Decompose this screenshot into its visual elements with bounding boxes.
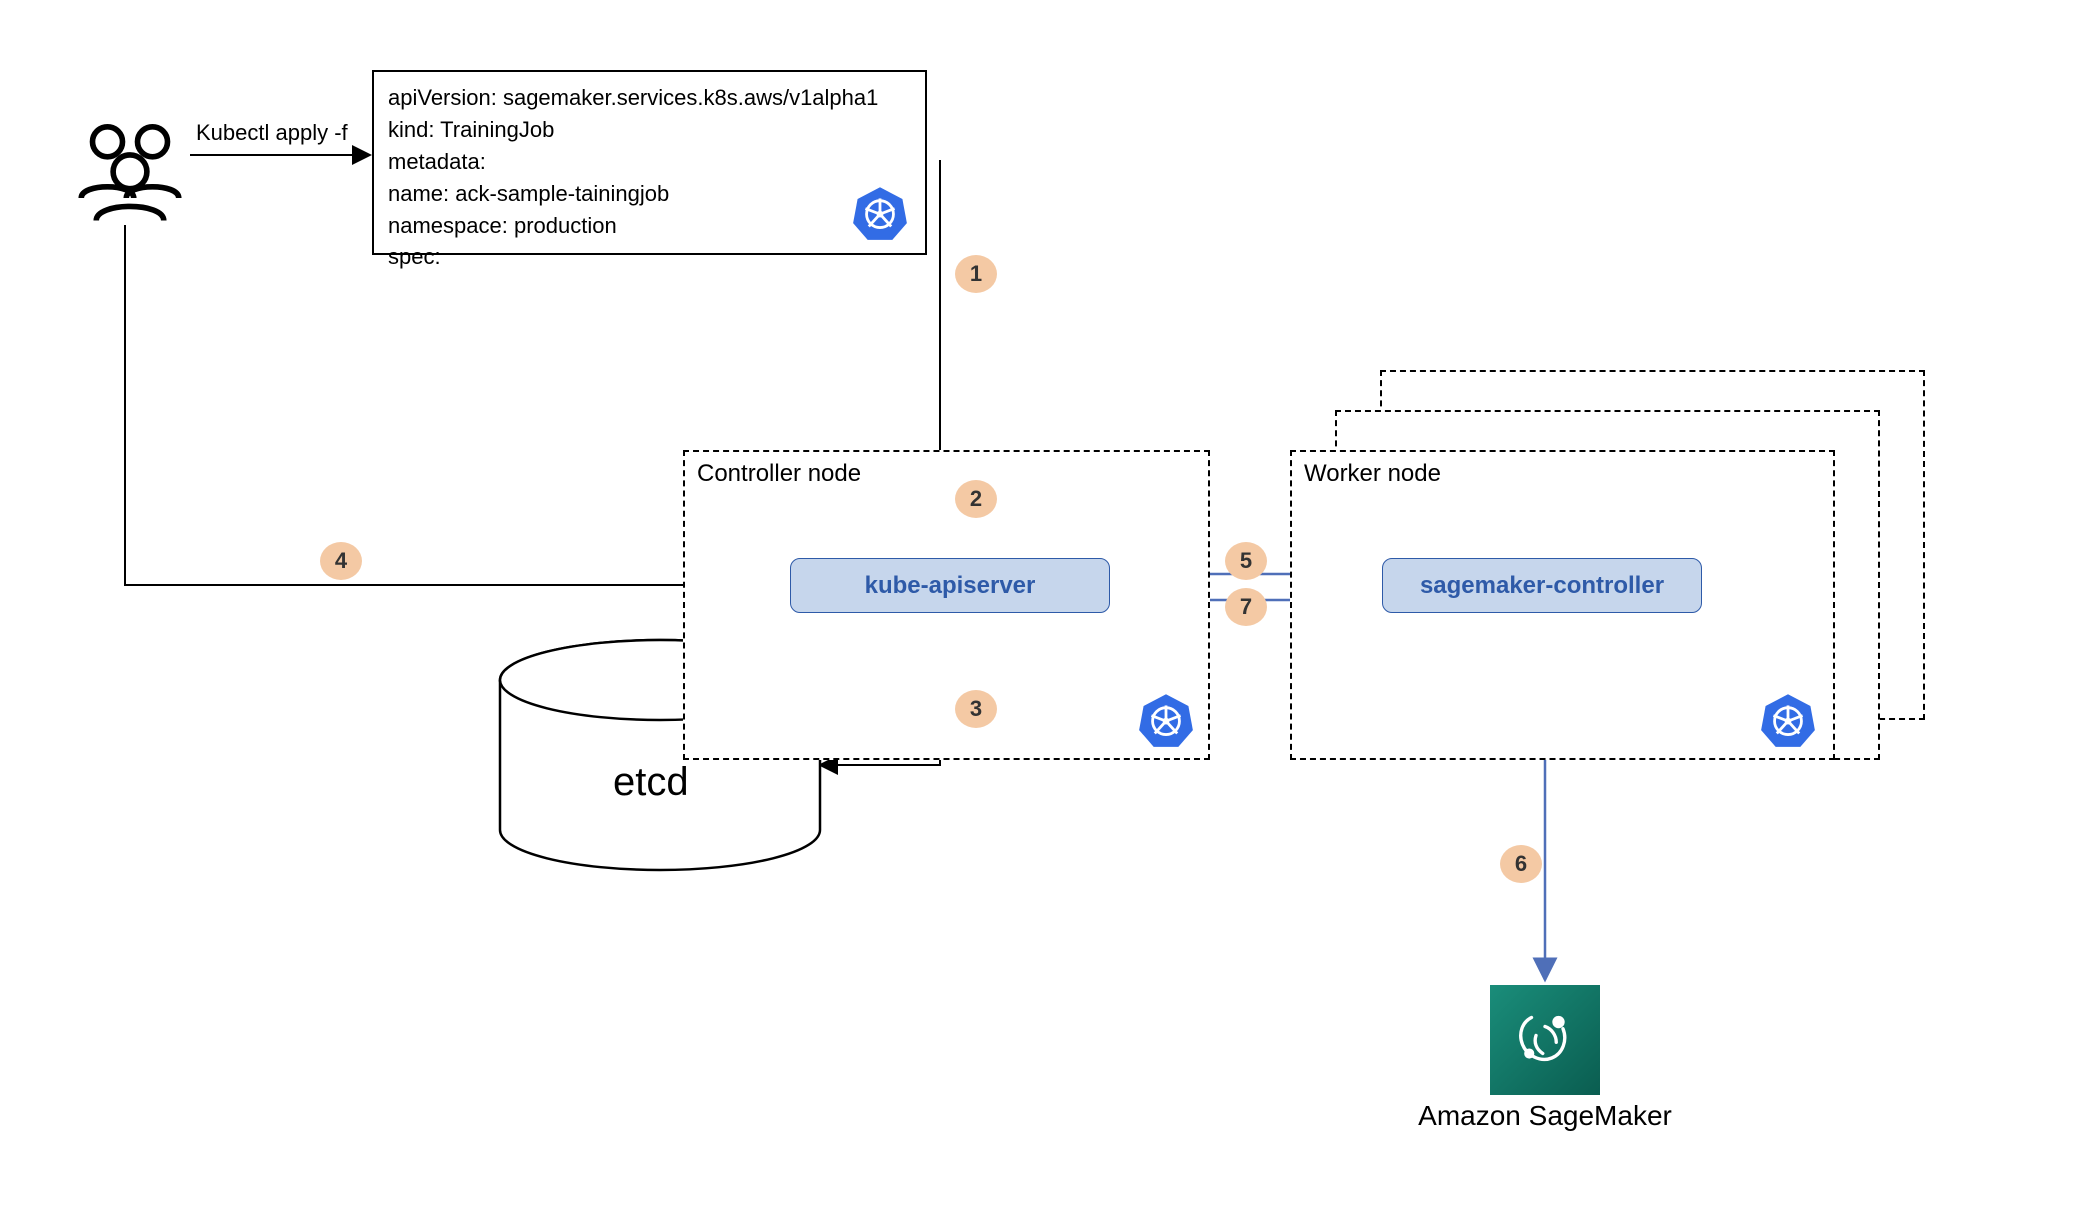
sagemaker-icon	[1490, 985, 1600, 1095]
users-icon	[70, 108, 190, 228]
yaml-line: metadata:	[388, 146, 911, 178]
step-badge-4: 4	[320, 542, 362, 580]
sagemaker-controller-label: sagemaker-controller	[1420, 572, 1664, 600]
step-badge-5: 5	[1225, 542, 1267, 580]
kubernetes-icon	[1138, 692, 1194, 748]
sagemaker-label: Amazon SageMaker	[1415, 1100, 1675, 1132]
step-badge-2: 2	[955, 480, 997, 518]
yaml-manifest-box: apiVersion: sagemaker.services.k8s.aws/v…	[372, 70, 927, 255]
yaml-line: spec:	[388, 241, 911, 273]
etcd-label: etcd	[613, 760, 689, 805]
yaml-line: apiVersion: sagemaker.services.k8s.aws/v…	[388, 82, 911, 114]
controller-node-title: Controller node	[697, 460, 861, 488]
yaml-line: name: ack-sample-tainingjob	[388, 178, 911, 210]
kube-apiserver-label: kube-apiserver	[865, 572, 1036, 600]
step-badge-6: 6	[1500, 845, 1542, 883]
step-badge-1: 1	[955, 255, 997, 293]
yaml-line: namespace: production	[388, 210, 911, 242]
kube-apiserver-box: kube-apiserver	[790, 558, 1110, 613]
step-badge-7: 7	[1225, 588, 1267, 626]
kubernetes-icon	[1760, 692, 1816, 748]
step-badge-3: 3	[955, 690, 997, 728]
kubectl-label: Kubectl apply -f	[196, 120, 348, 146]
kubernetes-icon	[852, 185, 908, 241]
sagemaker-controller-box: sagemaker-controller	[1382, 558, 1702, 613]
yaml-line: kind: TrainingJob	[388, 114, 911, 146]
worker-node-title: Worker node	[1304, 460, 1441, 488]
